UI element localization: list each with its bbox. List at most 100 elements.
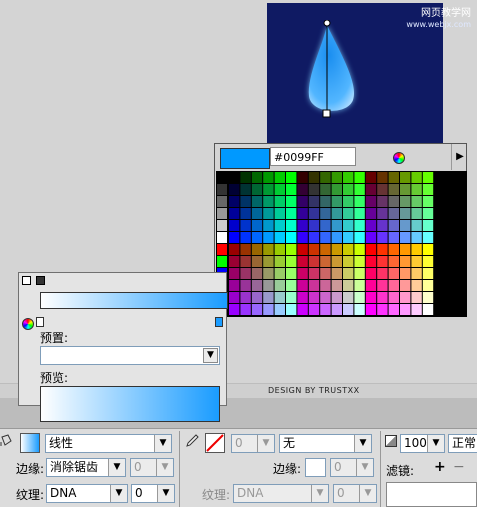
swatch-cell[interactable]: [240, 268, 251, 279]
swatch-cell[interactable]: [320, 244, 331, 255]
swatch-cell[interactable]: [263, 196, 274, 207]
swatch-cell[interactable]: [251, 256, 263, 267]
swatch-cell[interactable]: [308, 232, 320, 243]
swatch-cell[interactable]: [251, 304, 263, 315]
edge-select[interactable]: 消除锯齿 ▼: [46, 458, 126, 477]
swatch-cell[interactable]: [354, 220, 365, 231]
swatch-cell[interactable]: [331, 184, 342, 195]
swatch-cell[interactable]: [251, 232, 263, 243]
gradient-editor-bar[interactable]: [40, 292, 228, 309]
swatch-cell[interactable]: [388, 184, 399, 195]
swatch-cell[interactable]: [343, 184, 354, 195]
swatch-cell[interactable]: [286, 208, 297, 219]
swatch-cell[interactable]: [343, 304, 354, 315]
swatch-cell[interactable]: [240, 292, 251, 303]
swatch-cell[interactable]: [343, 208, 354, 219]
swatch-cell[interactable]: [400, 184, 411, 195]
swatch-cell[interactable]: [422, 304, 434, 315]
swatch-cell[interactable]: [251, 196, 263, 207]
swatch-cell[interactable]: [377, 220, 388, 231]
swatch-cell[interactable]: [297, 220, 308, 231]
swatch-cell[interactable]: [411, 292, 422, 303]
swatch-cell[interactable]: [263, 292, 274, 303]
blend-mode-select[interactable]: 正常: [448, 434, 477, 453]
swatch-cell[interactable]: [240, 304, 251, 315]
swatch-cell[interactable]: [331, 304, 342, 315]
swatch-cell[interactable]: [274, 280, 285, 291]
swatch-cell[interactable]: [286, 184, 297, 195]
swatch-cell[interactable]: [365, 244, 377, 255]
swatch-cell[interactable]: [400, 244, 411, 255]
gradient-stop-right[interactable]: [215, 317, 223, 327]
swatch-cell[interactable]: [320, 280, 331, 291]
gradient-drop-shape[interactable]: [303, 20, 359, 120]
swatch-cell[interactable]: [331, 292, 342, 303]
swatch-cell[interactable]: [411, 256, 422, 267]
swatch-cell[interactable]: [286, 292, 297, 303]
swatch-cell[interactable]: [354, 244, 365, 255]
swatch-cell[interactable]: [320, 220, 331, 231]
swatch-cell[interactable]: [297, 256, 308, 267]
swatch-cell[interactable]: [377, 172, 388, 183]
swatch-cell[interactable]: [297, 172, 308, 183]
swatch-cell[interactable]: [411, 208, 422, 219]
swatch-cell[interactable]: [263, 220, 274, 231]
swatch-cell[interactable]: [422, 220, 434, 231]
swatch-cell[interactable]: [274, 172, 285, 183]
swatch-cell[interactable]: [274, 184, 285, 195]
swatch-cell[interactable]: [251, 244, 263, 255]
swatch-cell[interactable]: [263, 208, 274, 219]
swatch-cell[interactable]: [297, 268, 308, 279]
stroke-color-swatch[interactable]: [205, 433, 225, 453]
swatch-cell[interactable]: [343, 172, 354, 183]
swatch-cell[interactable]: [240, 196, 251, 207]
swatch-cell[interactable]: [422, 268, 434, 279]
gradient-start-handle[interactable]: [323, 20, 331, 27]
swatch-cell[interactable]: [400, 196, 411, 207]
swatch-fixed[interactable]: [217, 244, 227, 255]
swatch-cell[interactable]: [377, 292, 388, 303]
swatch-cell[interactable]: [377, 244, 388, 255]
swatch-cell[interactable]: [274, 244, 285, 255]
swatch-cell[interactable]: [411, 268, 422, 279]
swatch-cell[interactable]: [377, 232, 388, 243]
swatch-cell[interactable]: [251, 172, 263, 183]
swatch-cell[interactable]: [263, 268, 274, 279]
swatch-cell[interactable]: [422, 232, 434, 243]
swatch-cell[interactable]: [354, 208, 365, 219]
swatch-cell[interactable]: [343, 280, 354, 291]
fill-color-swatch[interactable]: [20, 433, 40, 453]
swatch-cell[interactable]: [240, 232, 251, 243]
fill-type-select[interactable]: 线性 ▼: [45, 434, 172, 453]
swatch-cell[interactable]: [297, 280, 308, 291]
swatch-cell[interactable]: [229, 280, 240, 291]
gradient-end-handle[interactable]: [322, 109, 331, 118]
swatch-cell[interactable]: [297, 292, 308, 303]
swatch-cell[interactable]: [229, 196, 240, 207]
swatch-cell[interactable]: [331, 256, 342, 267]
swatch-cell[interactable]: [377, 196, 388, 207]
swatch-cell[interactable]: [286, 244, 297, 255]
swatch-grid[interactable]: [216, 171, 467, 317]
swatch-cell[interactable]: [263, 244, 274, 255]
swatch-cell[interactable]: [354, 304, 365, 315]
swatch-cell[interactable]: [297, 208, 308, 219]
swatch-cell[interactable]: [308, 280, 320, 291]
swatch-cell[interactable]: [229, 244, 240, 255]
swatch-cell[interactable]: [365, 220, 377, 231]
swatch-cell[interactable]: [331, 268, 342, 279]
swatch-cell[interactable]: [377, 280, 388, 291]
swatch-cell[interactable]: [343, 256, 354, 267]
swatch-cell[interactable]: [240, 244, 251, 255]
swatch-cell[interactable]: [240, 172, 251, 183]
swatch-cell[interactable]: [343, 292, 354, 303]
swatch-cell[interactable]: [388, 268, 399, 279]
swatch-cell[interactable]: [251, 220, 263, 231]
swatch-cell[interactable]: [411, 280, 422, 291]
swatch-cell[interactable]: [354, 172, 365, 183]
swatch-cell[interactable]: [229, 220, 240, 231]
swatch-cell[interactable]: [388, 172, 399, 183]
swatch-cell[interactable]: [365, 256, 377, 267]
swatch-fixed[interactable]: [217, 232, 227, 243]
swatch-cell[interactable]: [320, 304, 331, 315]
